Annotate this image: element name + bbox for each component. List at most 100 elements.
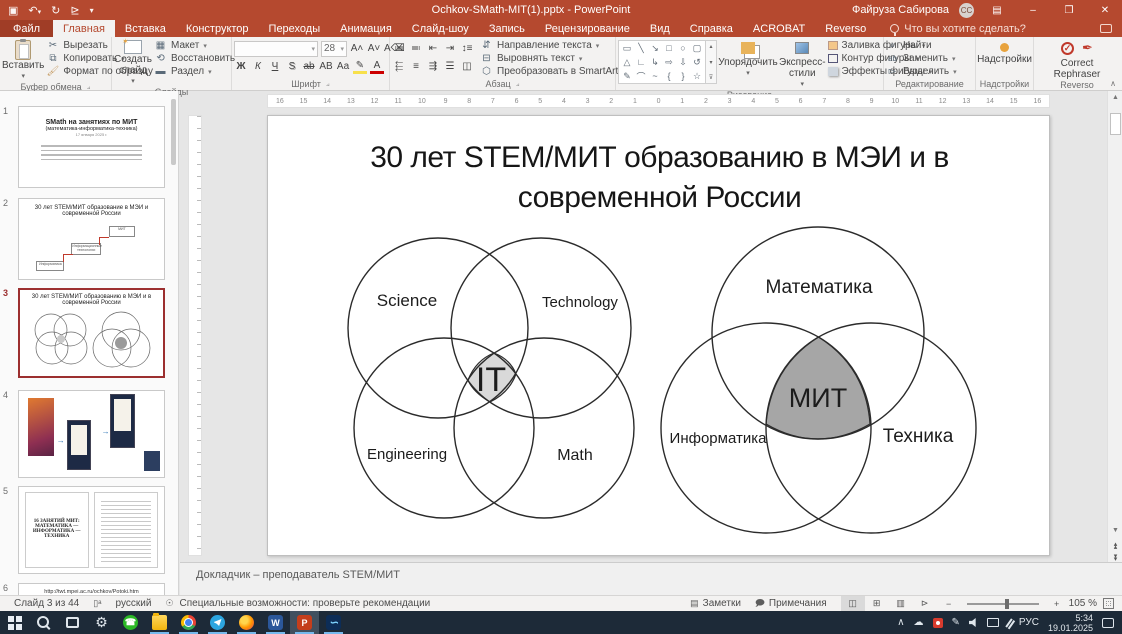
connectivity-icon[interactable] bbox=[1005, 618, 1012, 627]
align-center-button[interactable]: ≡ bbox=[409, 59, 423, 74]
numbering-button[interactable]: ≕ bbox=[409, 41, 423, 56]
tab-file[interactable]: Файл bbox=[0, 20, 53, 37]
shape-curve-icon[interactable]: ~ bbox=[648, 69, 662, 83]
scroll-down-icon[interactable]: ▼ bbox=[1108, 524, 1122, 537]
taskbar-whatsapp[interactable]: ☎ bbox=[116, 611, 145, 634]
new-slide-button[interactable]: Создать слайд▾ bbox=[114, 38, 152, 87]
tab-анимация[interactable]: Анимация bbox=[330, 20, 402, 37]
notification-center-icon[interactable] bbox=[1102, 618, 1114, 628]
thumbnail-preview[interactable]: 30 лет STEM/МИТ образованию в МЭИ и в со… bbox=[18, 288, 165, 378]
spellcheck-icon[interactable]: ▯ᵃ bbox=[93, 598, 101, 609]
pen-icon[interactable]: ✎ bbox=[952, 617, 960, 628]
taskbar-word-icon[interactable]: W bbox=[261, 611, 290, 634]
fit-to-window-button[interactable] bbox=[1103, 598, 1114, 609]
bullets-button[interactable]: ≔ bbox=[392, 41, 406, 56]
tab-запись[interactable]: Запись bbox=[479, 20, 535, 37]
clock[interactable]: 5:34 19.01.2025 bbox=[1048, 613, 1093, 633]
notes-pane[interactable]: Докладчик – преподаватель STEM/МИТ bbox=[180, 562, 1122, 595]
section-button[interactable]: ▬Раздел▾ bbox=[154, 66, 235, 77]
recorder-icon[interactable] bbox=[933, 618, 943, 628]
arrange-button[interactable]: Упорядочить▾ bbox=[719, 38, 777, 79]
notes-text[interactable]: Докладчик – преподаватель STEM/МИТ bbox=[180, 563, 1122, 581]
language-indicator[interactable]: русский bbox=[116, 598, 152, 609]
shadow-button[interactable]: S bbox=[285, 59, 299, 74]
bold-button[interactable]: Ж bbox=[234, 59, 248, 74]
avatar[interactable]: СС bbox=[959, 3, 974, 18]
reset-button[interactable]: ⟲Восстановить bbox=[154, 53, 235, 64]
thumbnail-preview[interactable]: SMath на занятиях по МИТ(математика-инфо… bbox=[18, 106, 165, 188]
taskbar-search-icon[interactable] bbox=[29, 611, 58, 634]
normal-view-button[interactable]: ◫ bbox=[841, 596, 865, 611]
thumbnail-scrollbar[interactable] bbox=[171, 99, 176, 165]
shape-star-icon[interactable]: ☆ bbox=[690, 69, 704, 83]
font-name-combo[interactable]: ▾ bbox=[234, 41, 318, 57]
zoom-in-button[interactable]: + bbox=[1045, 596, 1069, 611]
tab-reverso[interactable]: Reverso bbox=[815, 20, 876, 37]
slideshow-view-button[interactable]: ⊳ bbox=[913, 596, 937, 611]
highlight-color-button[interactable]: ✎ bbox=[353, 59, 367, 74]
tab-acrobat[interactable]: ACROBAT bbox=[743, 20, 815, 37]
strikethrough-button[interactable]: ab bbox=[302, 59, 316, 74]
zoom-slider[interactable] bbox=[967, 603, 1039, 605]
network-icon[interactable] bbox=[987, 618, 999, 627]
taskbar-powerpoint-icon[interactable]: P bbox=[290, 611, 319, 634]
taskbar-telegram-icon[interactable] bbox=[203, 611, 232, 634]
next-slide-button[interactable]: ▾ bbox=[1108, 550, 1122, 562]
taskbar-settings-icon[interactable]: ⚙ bbox=[87, 611, 116, 634]
align-text-button[interactable]: ⊟Выровнять текст▾ bbox=[480, 53, 626, 64]
columns-button[interactable]: ◫ bbox=[460, 59, 474, 74]
shape-block-arrow-down-icon[interactable]: ⇩ bbox=[676, 55, 690, 69]
quick-styles-button[interactable]: Экспресс-стили▾ bbox=[779, 38, 826, 90]
shape-triangle-icon[interactable]: △ bbox=[620, 55, 634, 69]
customize-qat-icon[interactable]: ▾ bbox=[90, 6, 94, 15]
zoom-slider-knob[interactable] bbox=[1005, 599, 1009, 609]
find-button[interactable]: ⌕Найти bbox=[886, 40, 957, 51]
underline-button[interactable]: Ч bbox=[268, 59, 282, 74]
shape-brace-right-icon[interactable]: } bbox=[676, 69, 690, 83]
start-slideshow-icon[interactable]: ⊵ bbox=[70, 4, 79, 17]
shape-arc-icon[interactable]: ⌒ bbox=[634, 69, 648, 83]
slide-thumbnail-4[interactable]: 4→→ bbox=[12, 390, 167, 478]
previous-slide-button[interactable]: ▴ bbox=[1108, 538, 1122, 550]
taskbar-task-view-icon[interactable] bbox=[58, 611, 87, 634]
select-button[interactable]: ▻Выделить▾ bbox=[886, 66, 957, 77]
shape-text-box-icon[interactable]: ▭ bbox=[620, 41, 634, 55]
redo-icon[interactable]: ↻ bbox=[51, 4, 60, 17]
comments-icon[interactable] bbox=[1100, 24, 1112, 33]
slide-thumbnail-5[interactable]: 516 ЗАНЯТИЙ МИТ: МАТЕМАТИКА — ИНФОРМАТИК… bbox=[12, 486, 167, 574]
slide-sorter-view-button[interactable]: ⊞ bbox=[865, 596, 889, 611]
taskbar-firefox-icon[interactable] bbox=[232, 611, 261, 634]
shape-brace-left-icon[interactable]: { bbox=[662, 69, 676, 83]
minimize-button[interactable]: – bbox=[1020, 0, 1046, 20]
vertical-scrollbar[interactable]: ▲ ▼ ▴ ▾ bbox=[1107, 91, 1122, 562]
slide-thumbnail-1[interactable]: 1SMath на занятиях по МИТ(математика-инф… bbox=[12, 106, 167, 188]
slide-thumbnail-6[interactable]: 6http://twt.mpei.ac.ru/ochkov/Potoki.htm bbox=[12, 583, 167, 595]
zoom-level[interactable]: 105 % bbox=[1069, 598, 1097, 609]
shape-rounded-rectangle-icon[interactable]: ▢ bbox=[690, 41, 704, 55]
zoom-out-button[interactable]: − bbox=[937, 596, 961, 611]
justify-button[interactable]: ☰ bbox=[443, 59, 457, 74]
align-right-button[interactable]: ⇶ bbox=[426, 59, 440, 74]
tray-language[interactable]: РУС bbox=[1019, 617, 1039, 628]
tab-вид[interactable]: Вид bbox=[640, 20, 680, 37]
thumbnail-preview[interactable]: http://twt.mpei.ac.ru/ochkov/Potoki.htm bbox=[18, 583, 165, 595]
slide-title-textbox[interactable]: 30 лет STEM/МИТ образованию в МЭИ и в со… bbox=[308, 138, 1011, 218]
font-size-combo[interactable]: 28▾ bbox=[321, 41, 347, 57]
line-spacing-button[interactable]: ↕≡ bbox=[460, 41, 474, 56]
paragraph-dialog-launcher[interactable]: ⟓ bbox=[516, 79, 520, 89]
tab-рецензирование[interactable]: Рецензирование bbox=[535, 20, 640, 37]
reading-view-button[interactable]: ▥ bbox=[889, 596, 913, 611]
tab-вставка[interactable]: Вставка bbox=[115, 20, 176, 37]
slide-counter[interactable]: Слайд 3 из 44 bbox=[14, 598, 79, 609]
paste-button[interactable]: Вставить▾ bbox=[2, 38, 44, 82]
thumbnail-preview[interactable]: 30 лет STEM/МИТ образование в МЭИ и совр… bbox=[18, 198, 165, 280]
tell-me-search[interactable]: Что вы хотите сделать? bbox=[890, 20, 1026, 37]
decrease-indent-button[interactable]: ⇤ bbox=[426, 41, 440, 56]
user-name[interactable]: Файруза Сабирова bbox=[852, 4, 949, 16]
change-case-button[interactable]: Аа bbox=[336, 59, 350, 74]
notes-toggle[interactable]: Заметки bbox=[703, 598, 741, 609]
slide-thumbnail-3[interactable]: 330 лет STEM/МИТ образованию в МЭИ и в с… bbox=[12, 288, 167, 378]
slide-thumbnail-2[interactable]: 230 лет STEM/МИТ образование в МЭИ и сов… bbox=[12, 198, 167, 280]
collapse-ribbon-icon[interactable]: ∧ bbox=[1110, 79, 1116, 88]
layout-button[interactable]: ▦Макет▾ bbox=[154, 40, 235, 51]
